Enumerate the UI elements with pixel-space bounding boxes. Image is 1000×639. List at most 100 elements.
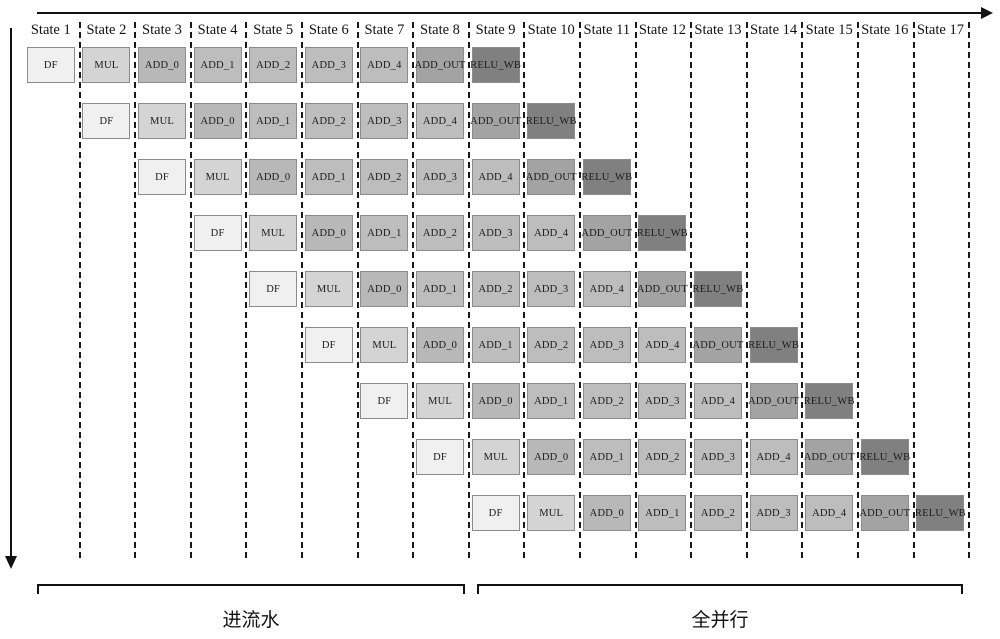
- phase-bracket-label-2: 全并行: [691, 609, 749, 631]
- pipeline-cell-row7-add_4: ADD_4: [694, 383, 742, 419]
- pipeline-cell-row3-mul: MUL: [193, 159, 242, 195]
- pipeline-cell-row9-add_2: ADD_2: [694, 495, 742, 531]
- pipeline-cell-row8-add_out: ADD_OUT: [804, 439, 854, 475]
- pipeline-cell-row7-df: DF: [360, 383, 409, 419]
- pipeline-cell-row2-mul: MUL: [138, 103, 186, 139]
- column-header-state-15: State 15: [805, 22, 853, 38]
- column-header-state-5: State 5: [253, 22, 294, 38]
- pipeline-cell-row6-add_out: ADD_OUT: [693, 327, 743, 363]
- pipeline-cell-row3-add_4: ADD_4: [471, 159, 520, 195]
- pipeline-cell-row3-add_2: ADD_2: [360, 159, 409, 195]
- pipeline-cell-row7-add_0: ADD_0: [471, 383, 520, 419]
- phase-bracket-label-1: 进流水: [222, 609, 280, 631]
- time-axis-line: [37, 12, 983, 14]
- pipeline-cell-row5-add_3: ADD_3: [527, 271, 576, 307]
- issue-axis-line: [10, 28, 12, 561]
- column-separator-2: [134, 22, 137, 558]
- column-separator-16: [912, 22, 915, 558]
- pipeline-cell-row7-add_2: ADD_2: [582, 383, 631, 419]
- pipeline-cell-row4-add_4: ADD_4: [527, 215, 576, 251]
- pipeline-cell-row5-add_4: ADD_4: [582, 271, 631, 307]
- column-separator-9: [523, 22, 526, 558]
- pipeline-cell-row4-add_3: ADD_3: [471, 215, 520, 251]
- pipeline-cell-row9-add_out: ADD_OUT: [859, 495, 910, 531]
- column-separator-17: [968, 22, 971, 558]
- column-separator-15: [857, 22, 859, 558]
- phase-bracket-2: [477, 584, 963, 594]
- pipeline-cell-row8-mul: MUL: [471, 439, 520, 475]
- pipeline-cell-row3-df: DF: [138, 159, 186, 195]
- pipeline-cell-row8-add_2: ADD_2: [638, 439, 687, 475]
- pipeline-cell-row3-add_0: ADD_0: [249, 159, 298, 195]
- column-separator-3: [189, 22, 192, 558]
- pipeline-cell-row8-relu_wb: RELU_WB: [859, 439, 910, 475]
- pipeline-cell-row3-add_out: ADD_OUT: [526, 159, 576, 195]
- pipeline-cell-row2-add_0: ADD_0: [193, 103, 242, 139]
- pipeline-cell-row9-df: DF: [471, 495, 520, 531]
- pipeline-cell-row6-add_2: ADD_2: [527, 327, 576, 363]
- pipeline-cell-row8-add_0: ADD_0: [527, 439, 576, 475]
- pipeline-cell-row5-df: DF: [249, 271, 298, 307]
- pipeline-cell-row1-add_2: ADD_2: [249, 47, 298, 83]
- pipeline-cell-row4-df: DF: [193, 215, 242, 251]
- pipeline-cell-row8-df: DF: [416, 439, 464, 475]
- column-header-state-9: State 9: [475, 22, 516, 38]
- pipeline-cell-row4-add_1: ADD_1: [360, 215, 409, 251]
- column-separator-13: [745, 22, 748, 558]
- pipeline-cell-row9-relu_wb: RELU_WB: [915, 495, 966, 531]
- column-header-state-3: State 3: [142, 22, 182, 38]
- pipeline-cell-row6-add_1: ADD_1: [471, 327, 520, 363]
- pipeline-cell-row1-mul: MUL: [82, 47, 131, 83]
- pipeline-cell-row7-mul: MUL: [416, 383, 464, 419]
- pipeline-cell-row4-add_0: ADD_0: [304, 215, 353, 251]
- issue-axis-arrowhead-icon: [5, 556, 17, 569]
- pipeline-cell-row5-add_0: ADD_0: [360, 271, 409, 307]
- pipeline-cell-row9-add_0: ADD_0: [582, 495, 631, 531]
- pipeline-cell-row6-df: DF: [304, 327, 353, 363]
- pipeline-cell-row2-add_out: ADD_OUT: [470, 103, 521, 139]
- column-header-state-13: State 13: [694, 22, 742, 38]
- column-header-state-4: State 4: [197, 22, 238, 38]
- pipeline-cell-row1-add_0: ADD_0: [138, 47, 186, 83]
- pipeline-cell-row3-add_1: ADD_1: [304, 159, 353, 195]
- phase-bracket-1: [37, 584, 465, 594]
- pipeline-cell-row7-add_1: ADD_1: [527, 383, 576, 419]
- pipeline-cell-row8-add_1: ADD_1: [582, 439, 631, 475]
- column-header-state-12: State 12: [638, 22, 686, 38]
- pipeline-cell-row4-relu_wb: RELU_WB: [637, 215, 688, 251]
- pipeline-cell-row1-add_4: ADD_4: [360, 47, 409, 83]
- column-header-state-11: State 11: [583, 22, 631, 38]
- pipeline-cell-row1-add_out: ADD_OUT: [415, 47, 465, 83]
- pipeline-cell-row4-mul: MUL: [249, 215, 298, 251]
- column-header-state-2: State 2: [86, 22, 127, 38]
- pipeline-cell-row5-mul: MUL: [304, 271, 353, 307]
- pipeline-cell-row2-add_4: ADD_4: [416, 103, 464, 139]
- pipeline-cell-row9-mul: MUL: [527, 495, 576, 531]
- column-header-state-16: State 16: [861, 22, 909, 38]
- pipeline-cell-row2-add_1: ADD_1: [249, 103, 298, 139]
- pipeline-cell-row9-add_1: ADD_1: [638, 495, 687, 531]
- pipeline-cell-row9-add_4: ADD_4: [805, 495, 854, 531]
- column-separator-5: [301, 22, 303, 558]
- column-separator-1: [78, 22, 81, 558]
- pipeline-cell-row6-relu_wb: RELU_WB: [748, 327, 799, 363]
- pipeline-cell-row5-add_out: ADD_OUT: [637, 271, 688, 307]
- column-separator-10: [579, 22, 581, 558]
- pipeline-cell-row2-df: DF: [82, 103, 131, 139]
- pipeline-cell-row6-add_4: ADD_4: [638, 327, 687, 363]
- pipeline-cell-row5-add_1: ADD_1: [416, 271, 464, 307]
- pipeline-cell-row1-df: DF: [26, 47, 75, 83]
- column-separator-4: [245, 22, 248, 558]
- pipeline-cell-row2-add_3: ADD_3: [360, 103, 409, 139]
- column-header-state-6: State 6: [308, 22, 349, 38]
- column-separator-14: [801, 22, 804, 558]
- column-separator-7: [412, 22, 415, 558]
- column-header-state-14: State 14: [750, 22, 798, 38]
- pipeline-cell-row7-add_out: ADD_OUT: [748, 383, 799, 419]
- pipeline-cell-row6-add_0: ADD_0: [416, 327, 464, 363]
- column-header-state-1: State 1: [30, 22, 71, 38]
- pipeline-cell-row1-relu_wb: RELU_WB: [470, 47, 521, 83]
- pipeline-cell-row2-relu_wb: RELU_WB: [526, 103, 576, 139]
- pipeline-cell-row3-relu_wb: RELU_WB: [581, 159, 632, 195]
- pipeline-cell-row1-add_1: ADD_1: [193, 47, 242, 83]
